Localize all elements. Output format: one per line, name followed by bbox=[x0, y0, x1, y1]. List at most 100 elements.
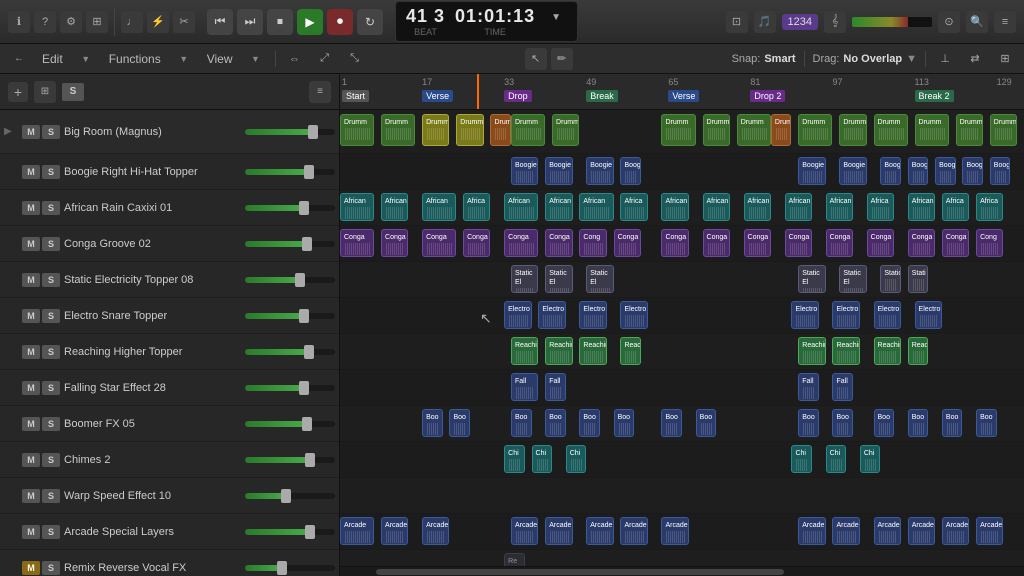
clip[interactable]: Reachin bbox=[798, 337, 825, 365]
clip[interactable]: Drumm bbox=[703, 114, 730, 146]
prefs-icon[interactable]: ⚙ bbox=[60, 11, 82, 33]
pencil-tool-icon[interactable]: ✏ bbox=[551, 48, 573, 70]
clip[interactable]: Arcade bbox=[832, 517, 859, 545]
clip[interactable]: Fall bbox=[545, 373, 566, 401]
clip[interactable]: Boogi bbox=[990, 157, 1011, 185]
clip[interactable]: Boogie bbox=[586, 157, 613, 185]
clip[interactable]: Arcade bbox=[661, 517, 688, 545]
clip[interactable]: Electro bbox=[620, 301, 647, 329]
clip[interactable]: Boo bbox=[832, 409, 853, 437]
solo-button[interactable]: S bbox=[42, 489, 60, 503]
punch-icon[interactable]: ⤡ bbox=[344, 48, 366, 70]
solo-button[interactable]: S bbox=[42, 417, 60, 431]
drag-value[interactable]: No Overlap bbox=[843, 53, 902, 65]
mute-button[interactable]: M bbox=[22, 525, 40, 539]
clip[interactable]: Boo bbox=[449, 409, 470, 437]
clip[interactable]: Chi bbox=[826, 445, 847, 473]
clip[interactable]: Arcade bbox=[942, 517, 969, 545]
clip[interactable]: Fall bbox=[511, 373, 538, 401]
info-icon[interactable]: ℹ bbox=[8, 11, 30, 33]
fast-forward-button[interactable]: ⏭ bbox=[237, 9, 263, 35]
nudge-icon[interactable]: ⇄ bbox=[964, 48, 986, 70]
clip[interactable]: Conga bbox=[340, 229, 374, 257]
clip[interactable]: Reachin bbox=[874, 337, 901, 365]
clip[interactable]: African bbox=[340, 193, 374, 221]
solo-button[interactable]: S bbox=[42, 273, 60, 287]
track-fader[interactable] bbox=[245, 169, 335, 175]
mute-button[interactable]: M bbox=[22, 201, 40, 215]
func-dropdown-icon[interactable]: ▼ bbox=[173, 48, 195, 70]
clip[interactable]: Boo bbox=[614, 409, 635, 437]
clip[interactable]: Arcade bbox=[511, 517, 538, 545]
clip[interactable]: Static El bbox=[511, 265, 538, 293]
mute-button[interactable]: M bbox=[22, 489, 40, 503]
clip[interactable]: Chi bbox=[532, 445, 553, 473]
clip[interactable]: Arcade bbox=[798, 517, 825, 545]
fader-knob[interactable] bbox=[277, 561, 287, 575]
browser-icon[interactable]: ≡ bbox=[994, 11, 1016, 33]
edit-dropdown-icon[interactable]: ▼ bbox=[75, 48, 97, 70]
time-dropdown-icon[interactable]: ▼ bbox=[545, 6, 567, 28]
mute-button[interactable]: M bbox=[22, 125, 40, 139]
fader-knob[interactable] bbox=[299, 201, 309, 215]
pointer-tool-icon[interactable]: ↖ bbox=[525, 48, 547, 70]
clip[interactable]: Boogi bbox=[962, 157, 983, 185]
scissors-icon[interactable]: ✂ bbox=[173, 11, 195, 33]
clip[interactable]: Conga bbox=[908, 229, 935, 257]
track-fader[interactable] bbox=[245, 385, 335, 391]
edit-menu[interactable]: Edit bbox=[38, 50, 67, 68]
fader-knob[interactable] bbox=[304, 165, 314, 179]
horizontal-scrollbar[interactable] bbox=[340, 566, 1024, 576]
clip[interactable]: African bbox=[661, 193, 688, 221]
clip[interactable]: Re bbox=[504, 553, 525, 566]
track-fader[interactable] bbox=[245, 493, 335, 499]
fader-knob[interactable] bbox=[299, 381, 309, 395]
clip[interactable]: Boogie bbox=[545, 157, 572, 185]
clip[interactable]: Static El bbox=[839, 265, 866, 293]
clip[interactable]: Drumm bbox=[839, 114, 866, 146]
clip[interactable]: Arcade bbox=[586, 517, 613, 545]
track-fader[interactable] bbox=[245, 529, 335, 535]
solo-button[interactable]: S bbox=[42, 309, 60, 323]
clip[interactable]: Conga bbox=[381, 229, 408, 257]
clip[interactable]: African bbox=[422, 193, 456, 221]
clip[interactable]: Africa bbox=[620, 193, 647, 221]
clip[interactable]: African bbox=[703, 193, 730, 221]
clip[interactable]: Electro bbox=[538, 301, 565, 329]
midi-icon[interactable]: ⚡ bbox=[147, 11, 169, 33]
cycle-button[interactable]: ↻ bbox=[357, 9, 383, 35]
clip[interactable]: Electro bbox=[915, 301, 942, 329]
clip[interactable]: African bbox=[579, 193, 613, 221]
solo-button[interactable]: S bbox=[42, 453, 60, 467]
track-list-icon[interactable]: ≡ bbox=[309, 81, 331, 103]
add-track-button[interactable]: + bbox=[8, 82, 28, 102]
clip[interactable]: Arcade bbox=[874, 517, 901, 545]
clip[interactable]: Drumm bbox=[340, 114, 374, 146]
clip[interactable]: Conga bbox=[826, 229, 853, 257]
clip[interactable]: Boogi bbox=[935, 157, 956, 185]
clip[interactable]: Boo bbox=[908, 409, 929, 437]
clip[interactable]: Africa bbox=[463, 193, 490, 221]
clip[interactable]: Drum bbox=[771, 114, 792, 146]
clip[interactable]: Fall bbox=[832, 373, 853, 401]
clip[interactable]: Boogie bbox=[908, 157, 929, 185]
fader-knob[interactable] bbox=[308, 125, 318, 139]
fader-knob[interactable] bbox=[299, 309, 309, 323]
clip[interactable]: Drumm bbox=[737, 114, 771, 146]
fader-knob[interactable] bbox=[295, 273, 305, 287]
clip[interactable]: Arcade bbox=[545, 517, 572, 545]
clip[interactable]: Cong bbox=[976, 229, 1003, 257]
clip[interactable]: Conga bbox=[867, 229, 894, 257]
search-icon[interactable]: 🔍 bbox=[966, 11, 988, 33]
drag-dropdown-icon[interactable]: ▼ bbox=[906, 53, 917, 65]
clip[interactable]: Africa bbox=[942, 193, 969, 221]
clip[interactable]: Electro bbox=[579, 301, 606, 329]
clip[interactable]: Boo bbox=[545, 409, 566, 437]
clip[interactable]: Static bbox=[880, 265, 901, 293]
clip[interactable]: Boogi bbox=[620, 157, 641, 185]
clip[interactable]: Arcade bbox=[340, 517, 374, 545]
view-menu[interactable]: View bbox=[203, 50, 237, 68]
clip[interactable]: Conga bbox=[942, 229, 969, 257]
tuner-icon[interactable]: 🎵 bbox=[754, 11, 776, 33]
solo-button[interactable]: S bbox=[42, 381, 60, 395]
